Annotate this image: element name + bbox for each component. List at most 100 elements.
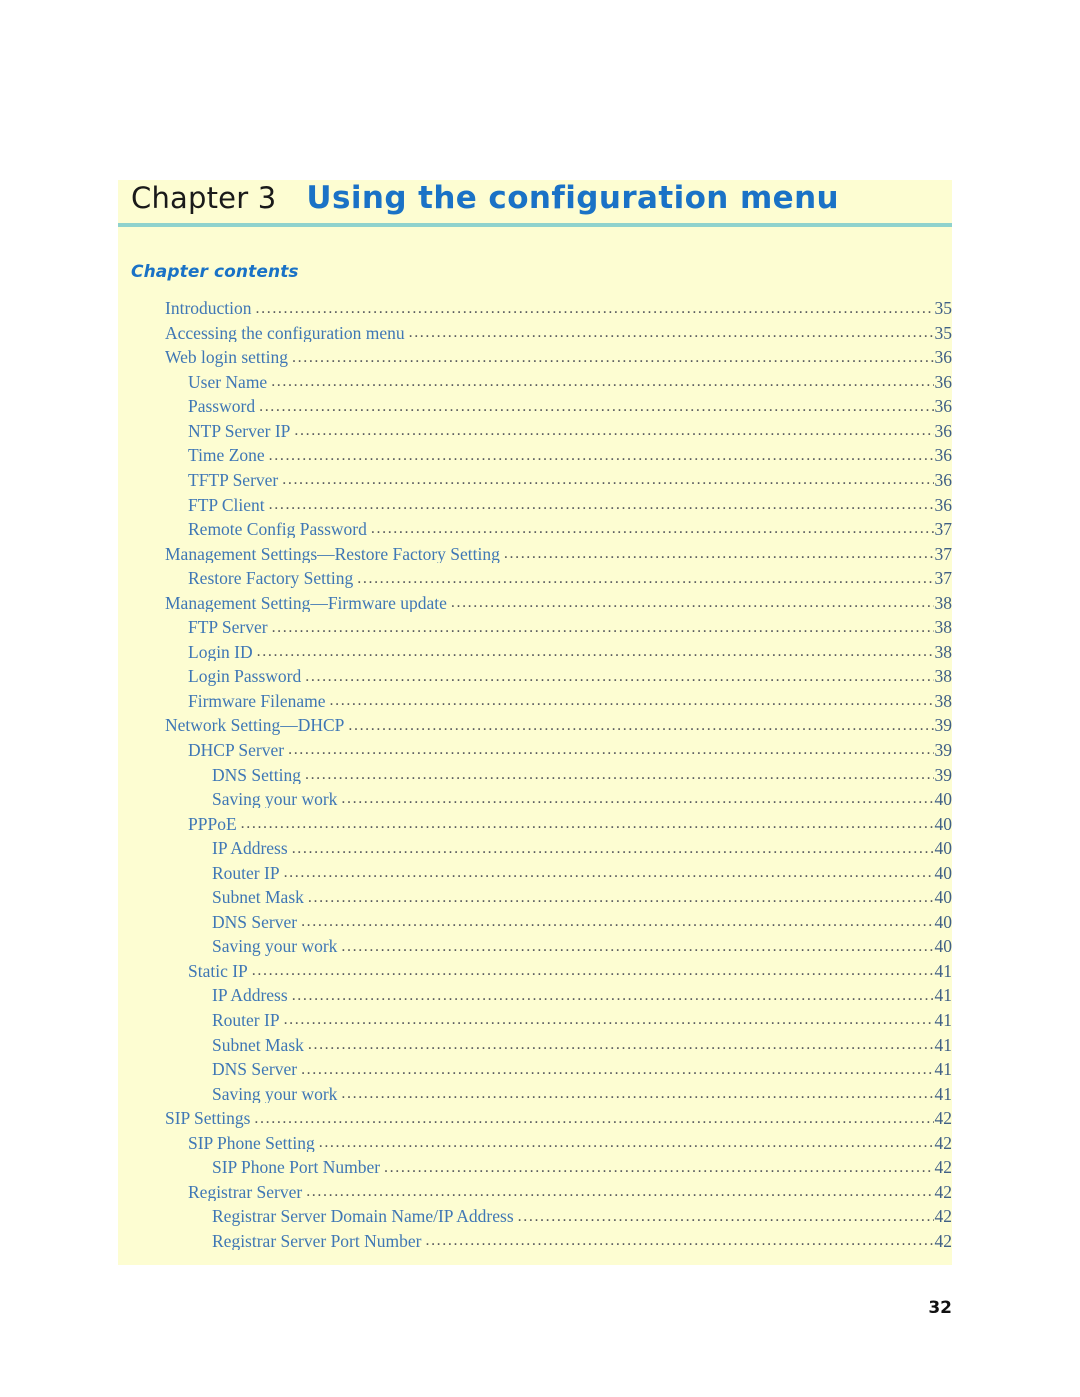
toc-leader-dots	[319, 1137, 934, 1152]
toc-entry[interactable]: Subnet Mask 40	[118, 882, 952, 907]
toc-entry[interactable]: PPPoE 40	[118, 808, 952, 833]
toc-entry-label: Login ID	[188, 641, 253, 662]
toc-entry-label: Introduction	[165, 298, 252, 318]
toc-entry[interactable]: DNS Setting 39	[118, 759, 952, 784]
toc-entry[interactable]: Restore Factory Setting 37	[118, 563, 952, 588]
toc-leader-dots	[271, 376, 933, 391]
toc-entry[interactable]: FTP Client 36	[118, 489, 952, 514]
toc-entry[interactable]: Password 36	[118, 391, 952, 416]
toc-leader-dots	[272, 622, 934, 637]
toc-leader-dots	[518, 1211, 934, 1226]
toc-leader-dots	[341, 793, 933, 808]
toc-entry[interactable]: DHCP Server 39	[118, 735, 952, 760]
toc-entry[interactable]: Static IP 41	[118, 956, 952, 981]
toc-entry-page-number: 38	[934, 666, 953, 686]
toc-leader-dots	[341, 1088, 933, 1103]
toc-entry-label: Firmware Filename	[188, 690, 326, 711]
toc-entry-label: Static IP	[188, 960, 248, 981]
toc-entry[interactable]: Introduction 35	[118, 293, 952, 318]
toc-entry[interactable]: Network Setting—DHCP 39	[118, 710, 952, 735]
toc-entry[interactable]: Saving your work 40	[118, 931, 952, 956]
toc-entry[interactable]: SIP Phone Port Number 42	[118, 1152, 952, 1177]
toc-leader-dots	[282, 474, 933, 489]
toc-entry[interactable]: Registrar Server Domain Name/IP Address 4…	[118, 1201, 952, 1226]
toc-entry[interactable]: Web login setting 36	[118, 342, 952, 367]
toc-leader-dots	[348, 720, 933, 735]
page-number: 32	[928, 1298, 952, 1318]
toc-entry-label: Restore Factory Setting	[188, 568, 354, 588]
toc-entry[interactable]: SIP Settings 42	[118, 1103, 952, 1128]
toc-entry-label: Management Setting—Firmware update	[165, 592, 447, 613]
toc-entry[interactable]: Router IP 41	[118, 1005, 952, 1030]
toc-entry-page-number: 39	[934, 740, 953, 760]
toc-entry[interactable]: DNS Server 40	[118, 907, 952, 931]
toc-leader-dots	[504, 548, 934, 563]
toc-entry-label: Saving your work	[212, 1083, 338, 1104]
toc-entry-page-number: 42	[934, 1181, 953, 1202]
toc-entry-label: IP Address	[212, 838, 288, 858]
toc-entry[interactable]: Management Settings—Restore Factory Sett…	[118, 538, 952, 563]
toc-entry-page-number: 42	[934, 1206, 953, 1226]
toc-entry-page-number: 36	[934, 396, 953, 416]
toc-entry[interactable]: Router IP 40	[118, 858, 952, 883]
toc-entry-label: Router IP	[212, 862, 280, 883]
toc-leader-dots	[409, 327, 934, 342]
toc-entry-page-number: 41	[934, 1034, 953, 1054]
toc-leader-dots	[308, 892, 934, 907]
toc-entry[interactable]: Registrar Server 42	[118, 1177, 953, 1202]
toc-entry-label: Network Setting—DHCP	[165, 715, 345, 735]
toc-leader-dots	[254, 1113, 933, 1128]
toc-entry-label: Accessing the configuration menu	[165, 322, 405, 343]
chapter-content-panel: Chapter 3 Using the configuration menu C…	[118, 180, 952, 1265]
toc-entry-page-number: 37	[934, 519, 953, 539]
toc-entry[interactable]: Time Zone 36	[118, 440, 952, 465]
toc-entry-page-number: 40	[934, 936, 953, 956]
chapter-title: Using the configuration menu	[306, 180, 840, 216]
toc-entry-page-number: 41	[934, 985, 953, 1005]
toc-leader-dots	[259, 401, 933, 416]
toc-leader-dots	[257, 646, 934, 661]
toc-entry[interactable]: Saving your work 40	[118, 784, 952, 809]
toc-entry-label: IP Address	[212, 985, 288, 1005]
toc-entry[interactable]: Login ID 38	[118, 637, 952, 662]
toc-entry-page-number: 36	[934, 445, 953, 465]
chapter-heading: Chapter 3 Using the configuration menu	[118, 180, 952, 220]
toc-entry-page-number: 38	[934, 690, 953, 711]
toc-entry-label: Registrar Server	[188, 1181, 303, 1202]
toc-entry-label: DNS Server	[212, 1059, 298, 1079]
toc-entry[interactable]: NTP Server IP 36	[118, 416, 952, 441]
toc-leader-dots	[292, 990, 934, 1005]
toc-entry[interactable]: DNS Server 41	[118, 1054, 952, 1079]
toc-entry[interactable]: Registrar Server Port Number 42	[118, 1226, 952, 1251]
toc-leader-dots	[294, 425, 933, 440]
toc-entry[interactable]: Firmware Filename 38	[118, 686, 952, 711]
toc-leader-dots	[269, 499, 934, 514]
toc-entry[interactable]: Management Setting—Firmware update 38	[118, 588, 952, 613]
toc-entry-label: User Name	[188, 371, 268, 392]
toc-entry[interactable]: IP Address 40	[118, 833, 952, 858]
toc-entry[interactable]: FTP Server 38	[118, 612, 952, 637]
toc-entry-label: Web login setting	[165, 347, 289, 367]
toc-entry-label: Subnet Mask	[212, 887, 304, 907]
toc-leader-dots	[301, 916, 933, 931]
toc-entry[interactable]: Subnet Mask 41	[118, 1029, 952, 1054]
toc-entry-label: Router IP	[212, 1010, 280, 1030]
toc-entry-label: SIP Settings	[165, 1108, 251, 1128]
toc-leader-dots	[305, 671, 933, 686]
toc-entry[interactable]: Remote Config Password 37	[118, 514, 952, 539]
toc-entry[interactable]: Login Password 38	[118, 661, 952, 686]
toc-entry-page-number: 37	[934, 543, 953, 564]
toc-entry-page-number: 38	[934, 617, 953, 637]
toc-leader-dots	[252, 965, 934, 980]
toc-entry[interactable]: SIP Phone Setting 42	[118, 1128, 952, 1152]
toc-entry[interactable]: TFTP Server 36	[118, 465, 952, 490]
toc-leader-dots	[305, 769, 934, 784]
toc-entry-label: Saving your work	[212, 789, 338, 809]
toc-entry-label: Registrar Server Domain Name/IP Address	[212, 1206, 514, 1226]
toc-entry[interactable]: User Name 36	[118, 367, 952, 392]
toc-entry[interactable]: Saving your work 41	[118, 1079, 952, 1104]
chapter-contents-heading: Chapter contents	[131, 262, 299, 282]
toc-entry-label: FTP Client	[188, 494, 265, 514]
toc-entry[interactable]: Accessing the configuration menu 35	[118, 318, 952, 343]
toc-entry[interactable]: IP Address 41	[118, 980, 952, 1005]
